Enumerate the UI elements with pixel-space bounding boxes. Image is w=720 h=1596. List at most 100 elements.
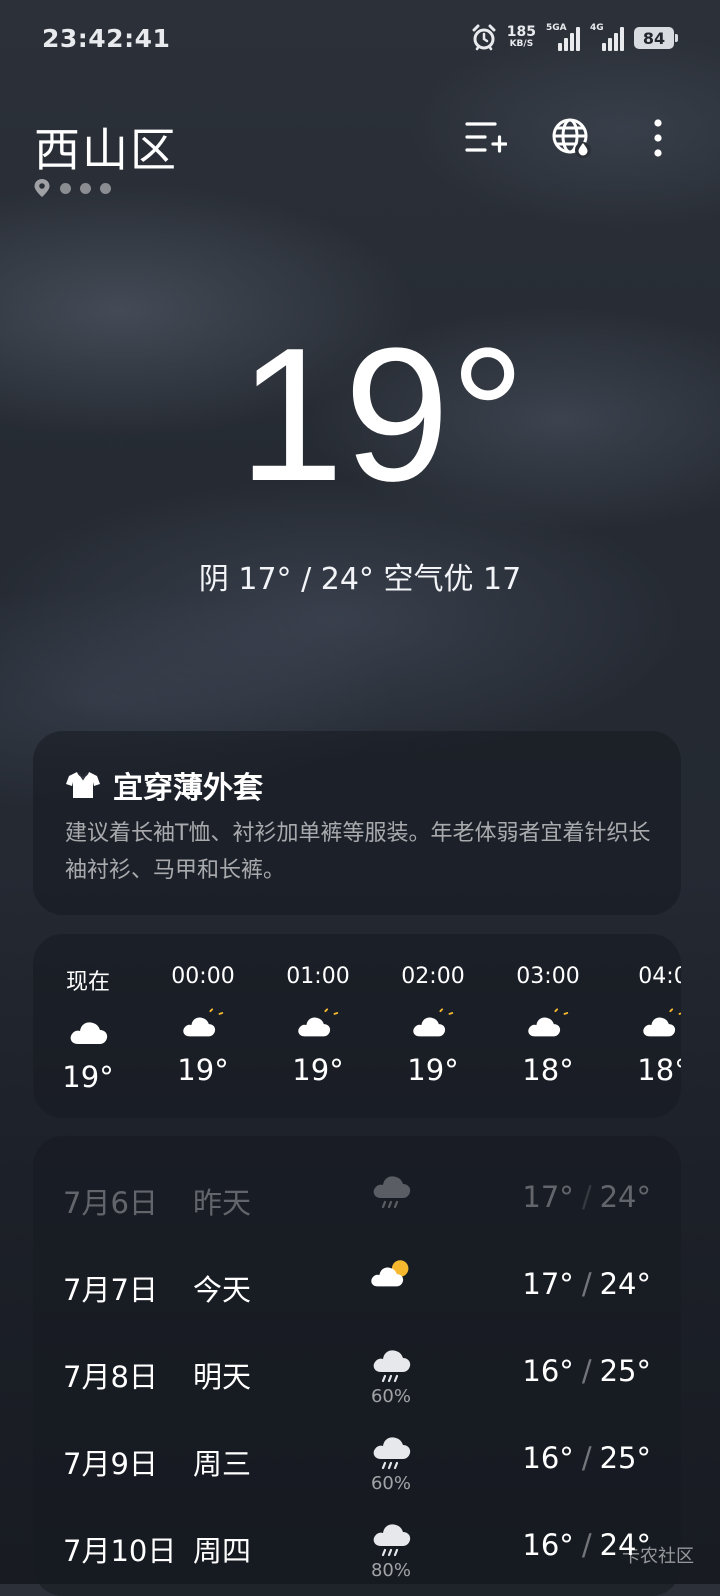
- cloud-icon: [33, 1008, 143, 1054]
- daily-row[interactable]: 7月8日 明天 60% 16°/25°: [33, 1350, 681, 1434]
- daily-date: 7月8日: [63, 1360, 158, 1394]
- clothing-advice-card[interactable]: 宜穿薄外套 建议着长袖T恤、衬衫加单裤等服装。年老体弱者宜着针织长袖衬衫、马甲和…: [33, 731, 681, 915]
- precip-chance: 60%: [370, 1386, 411, 1407]
- cloud-moon-icon: [263, 1001, 373, 1047]
- cloud-sun-icon: [367, 1257, 415, 1293]
- city-name[interactable]: 西山区: [34, 114, 178, 180]
- hourly-item: 03:00 18°: [493, 964, 603, 1087]
- range-separator: /: [581, 1354, 592, 1388]
- daily-temp-range: 17°/24°: [522, 1180, 651, 1214]
- more-vertical-icon: [654, 119, 662, 157]
- status-icons: 185 KB/S 5GA 4G 84: [471, 23, 678, 52]
- daily-temp-range: 16°/25°: [522, 1354, 651, 1388]
- hourly-item: 04:0 18°: [608, 964, 681, 1087]
- daily-date: 7月6日: [63, 1186, 158, 1220]
- range-separator: /: [581, 1267, 592, 1301]
- shirt-icon: [66, 772, 100, 798]
- watermark: 卡农社区: [622, 1546, 694, 1567]
- daily-high: 24°: [599, 1180, 651, 1214]
- hourly-time: 02:00: [401, 964, 465, 989]
- header-actions: [464, 116, 680, 160]
- daily-day-name: 昨天: [193, 1186, 252, 1220]
- daily-temp-range: 16°/25°: [522, 1441, 651, 1475]
- daily-day-name: 周三: [193, 1447, 252, 1481]
- hourly-time: 01:00: [286, 964, 350, 989]
- range-separator: /: [581, 1180, 592, 1214]
- more-menu-button[interactable]: [636, 116, 680, 160]
- daily-low: 16°: [522, 1441, 574, 1475]
- daily-forecast-card[interactable]: 7月6日 昨天 17°/24° 7月7日 今天 17°/24° 7月8日 明天 60…: [33, 1136, 681, 1596]
- daily-day-name: 周四: [193, 1534, 252, 1568]
- network-speed-unit: KB/S: [509, 39, 534, 49]
- range-separator: /: [581, 1528, 592, 1562]
- hourly-time: 04:0: [638, 964, 681, 989]
- advice-text: 建议着长袖T恤、衬衫加单裤等服装。年老体弱者宜着针织长袖衬衫、马甲和长裤。: [65, 821, 651, 883]
- rain-icon: [367, 1170, 415, 1212]
- hourly-time: 00:00: [171, 964, 235, 989]
- hourly-forecast-card[interactable]: 现在 19° 00:00 19° 01:00 19° 02:00 19° 03:00 1…: [33, 934, 681, 1118]
- list-add-icon: [465, 122, 507, 153]
- precip-chance: 60%: [370, 1473, 411, 1494]
- globe-weather-button[interactable]: [550, 116, 594, 160]
- daily-high: 25°: [599, 1354, 651, 1388]
- hourly-temp: 19°: [407, 1053, 459, 1087]
- status-time: 23:42:41: [42, 24, 171, 53]
- signal-5g-icon: 5GA: [546, 23, 580, 51]
- rain-icon: 60%: [367, 1431, 415, 1494]
- page-dot: [80, 182, 91, 194]
- hourly-item: 02:00 19°: [378, 964, 488, 1087]
- cloud-moon-icon: [148, 1001, 258, 1047]
- hourly-temp: 18°: [522, 1053, 574, 1087]
- daily-day-name: 明天: [193, 1360, 252, 1394]
- battery-icon: 84: [634, 27, 678, 49]
- daily-day-name: 今天: [193, 1273, 252, 1307]
- page-dot: [60, 182, 71, 194]
- daily-low: 17°: [522, 1267, 574, 1301]
- daily-low: 17°: [522, 1180, 574, 1214]
- battery-level: 84: [642, 28, 666, 48]
- hourly-item: 01:00 19°: [263, 964, 373, 1087]
- current-temperature: 19°: [0, 320, 720, 510]
- hourly-temp: 18°: [637, 1053, 681, 1087]
- hourly-item: 现在 19°: [33, 964, 143, 1094]
- hourly-item: 00:00 19°: [148, 964, 258, 1087]
- daily-date: 7月7日: [63, 1273, 158, 1307]
- daily-low: 16°: [522, 1528, 574, 1562]
- daily-row[interactable]: 7月10日 周四 80% 16°/24°: [33, 1524, 681, 1596]
- network-speed: 185 KB/S: [507, 25, 536, 50]
- cloud-moon-icon: [608, 1001, 681, 1047]
- advice-title-row: 宜穿薄外套: [65, 763, 263, 807]
- alarm-icon: [472, 24, 496, 51]
- weather-summary[interactable]: 阴 17° / 24° 空气优 17: [0, 554, 720, 598]
- network-type-2: 4G: [590, 23, 604, 33]
- status-bar: 23:42:41 185 KB/S 5GA 4G 84: [0, 0, 720, 80]
- rain-icon: 80%: [367, 1518, 415, 1581]
- city-list-add-button[interactable]: [464, 116, 508, 160]
- precip-chance: 80%: [370, 1560, 411, 1581]
- hourly-temp: 19°: [292, 1053, 344, 1087]
- rain-icon: 60%: [367, 1344, 415, 1407]
- hourly-temp: 19°: [177, 1053, 229, 1087]
- daily-date: 7月10日: [63, 1534, 177, 1568]
- cloud-moon-icon: [378, 1001, 488, 1047]
- hourly-time: 现在: [65, 970, 110, 995]
- signal-4g-icon: 4G: [590, 23, 624, 51]
- range-separator: /: [581, 1441, 592, 1475]
- network-type-1: 5GA: [546, 23, 567, 33]
- daily-date: 7月9日: [63, 1447, 158, 1481]
- current-temperature-value: 19°: [238, 309, 526, 521]
- advice-title: 宜穿薄外套: [113, 771, 263, 806]
- daily-row[interactable]: 7月6日 昨天 17°/24°: [33, 1176, 681, 1260]
- page-dot: [100, 182, 111, 194]
- hourly-temp: 19°: [62, 1060, 114, 1094]
- daily-row[interactable]: 7月7日 今天 17°/24°: [33, 1260, 681, 1347]
- page-indicator: [33, 178, 111, 198]
- daily-high: 24°: [599, 1267, 651, 1301]
- daily-high: 25°: [599, 1441, 651, 1475]
- location-pin-icon: [34, 179, 50, 197]
- cloud-moon-icon: [493, 1001, 603, 1047]
- daily-row[interactable]: 7月9日 周三 60% 16°/25°: [33, 1437, 681, 1521]
- daily-low: 16°: [522, 1354, 574, 1388]
- globe-icon: [552, 118, 591, 158]
- hourly-time: 03:00: [516, 964, 580, 989]
